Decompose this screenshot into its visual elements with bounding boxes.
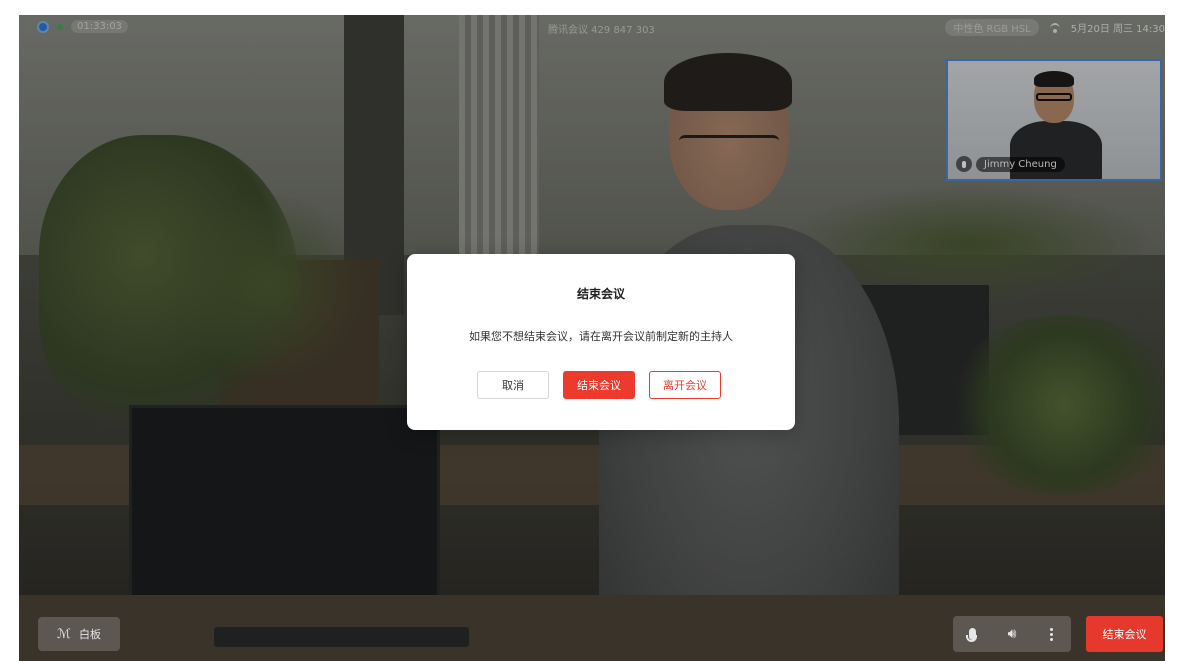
mic-toggle-button[interactable] [953, 616, 992, 652]
microphone-icon [966, 628, 978, 642]
speaker-button[interactable]: 🔊︎ [992, 616, 1031, 652]
cancel-button[interactable]: 取消 [477, 371, 549, 399]
end-meeting-confirm-button[interactable]: 结束会议 [563, 371, 635, 399]
dialog-message: 如果您不想结束会议，请在离开会议前制定新的主持人 [469, 330, 733, 343]
end-meeting-dialog: 结束会议 如果您不想结束会议，请在离开会议前制定新的主持人 取消 结束会议 离开… [407, 254, 795, 430]
end-meeting-button[interactable]: 结束会议 [1086, 616, 1163, 652]
dialog-title: 结束会议 [576, 287, 625, 301]
leave-meeting-button[interactable]: 离开会议 [649, 371, 721, 399]
media-controls: 🔊︎ [953, 616, 1071, 652]
speaker-icon: 🔊︎ [1007, 626, 1017, 642]
pen-icon: ℳ [57, 626, 71, 642]
more-button[interactable] [1032, 616, 1071, 652]
whiteboard-button[interactable]: ℳ 白板 [38, 617, 120, 651]
whiteboard-label: 白板 [78, 628, 101, 641]
dialog-actions: 取消 结束会议 离开会议 [477, 371, 721, 399]
more-vertical-icon [1049, 627, 1053, 641]
